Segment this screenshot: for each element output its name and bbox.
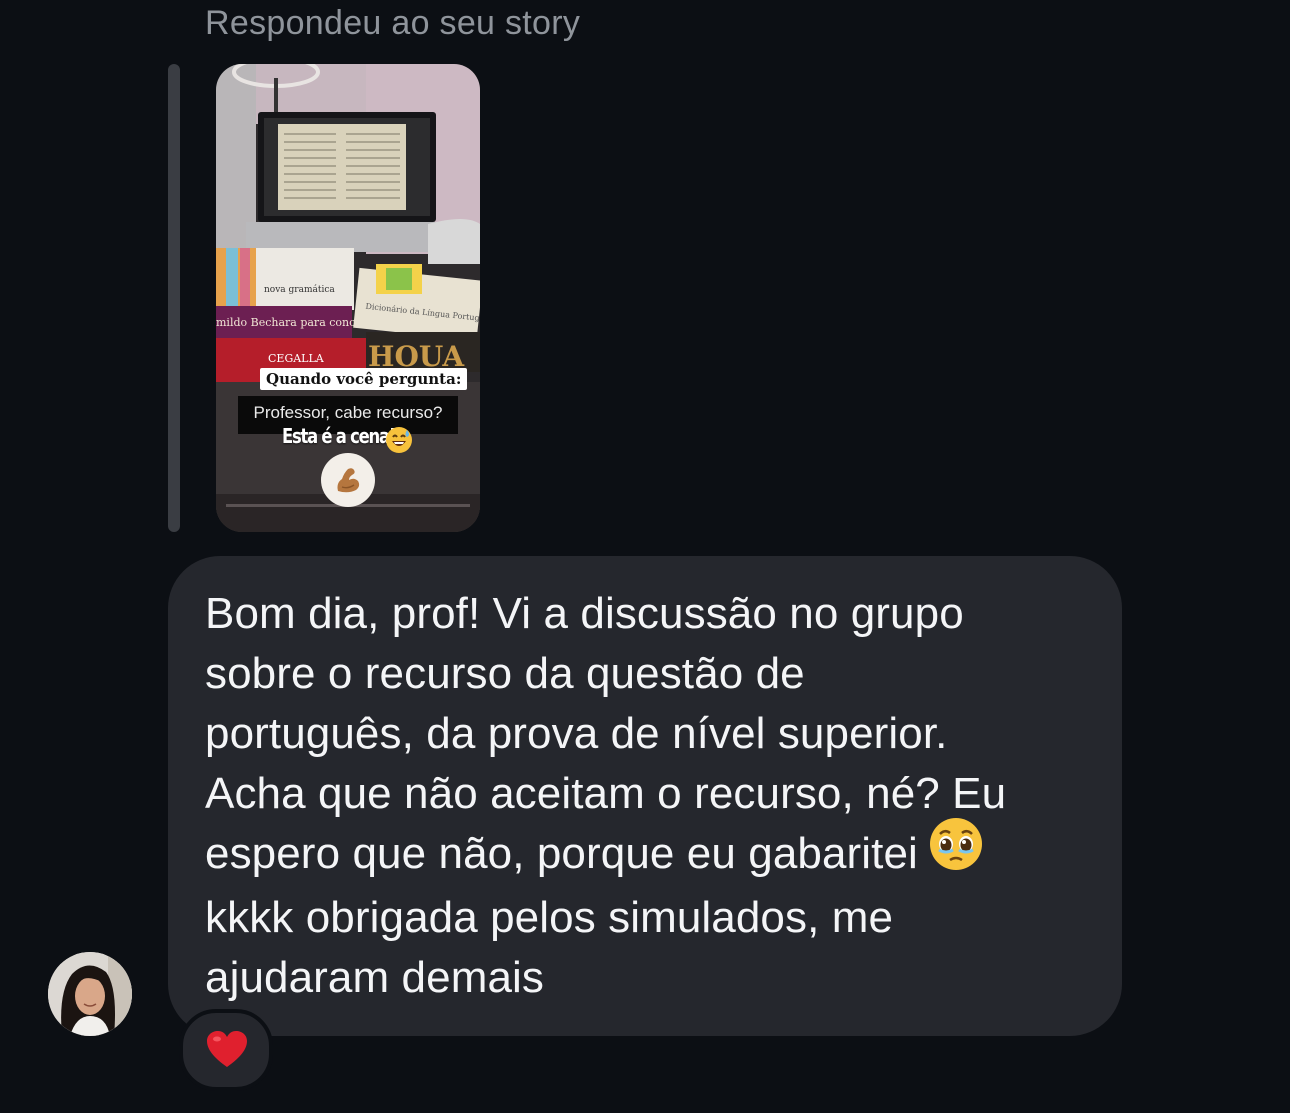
message-line: ajudaram demais bbox=[205, 953, 544, 1003]
message-text: Bom dia, prof! Vi a discussão no grupo s… bbox=[205, 584, 1105, 1008]
avatar-photo bbox=[48, 952, 132, 1036]
sender-avatar[interactable] bbox=[48, 952, 132, 1036]
message-line: português, da prova de nível superior. bbox=[205, 709, 948, 758]
grinning-sweat-emoji-icon bbox=[385, 426, 413, 459]
story-quote-bar bbox=[168, 64, 180, 532]
message-line: sobre o recurso da questão de bbox=[205, 649, 805, 698]
story-sticker-caption: Esta é a cena! bbox=[282, 424, 396, 448]
story-reaction-bubble bbox=[321, 453, 375, 507]
flexed-biceps-icon bbox=[337, 468, 360, 493]
message-reaction[interactable] bbox=[179, 1009, 273, 1091]
pleading-face-emoji-icon bbox=[928, 816, 984, 888]
message-line-with-emoji: espero que não, porque eu gabaritei bbox=[205, 818, 1105, 888]
book-label-cegalla: CEGALLA bbox=[268, 352, 325, 365]
message-line: espero que não, porque eu gabaritei bbox=[205, 829, 918, 878]
dm-conversation: Respondeu ao seu story nova gramática mi… bbox=[0, 0, 1290, 1113]
book-label-gramatica: nova gramática bbox=[264, 284, 335, 295]
red-heart-icon bbox=[207, 1031, 247, 1067]
message-line: Bom dia, prof! Vi a discussão no grupo bbox=[205, 589, 964, 638]
message-line: kkkk obrigada pelos simulados, me bbox=[205, 893, 894, 943]
story-reply-header: Respondeu ao seu story bbox=[205, 4, 581, 42]
message-line: Acha que não aceitam o recurso, né? Eu bbox=[205, 769, 1007, 818]
story-sticker-question-title: Quando você pergunta: bbox=[260, 368, 468, 390]
